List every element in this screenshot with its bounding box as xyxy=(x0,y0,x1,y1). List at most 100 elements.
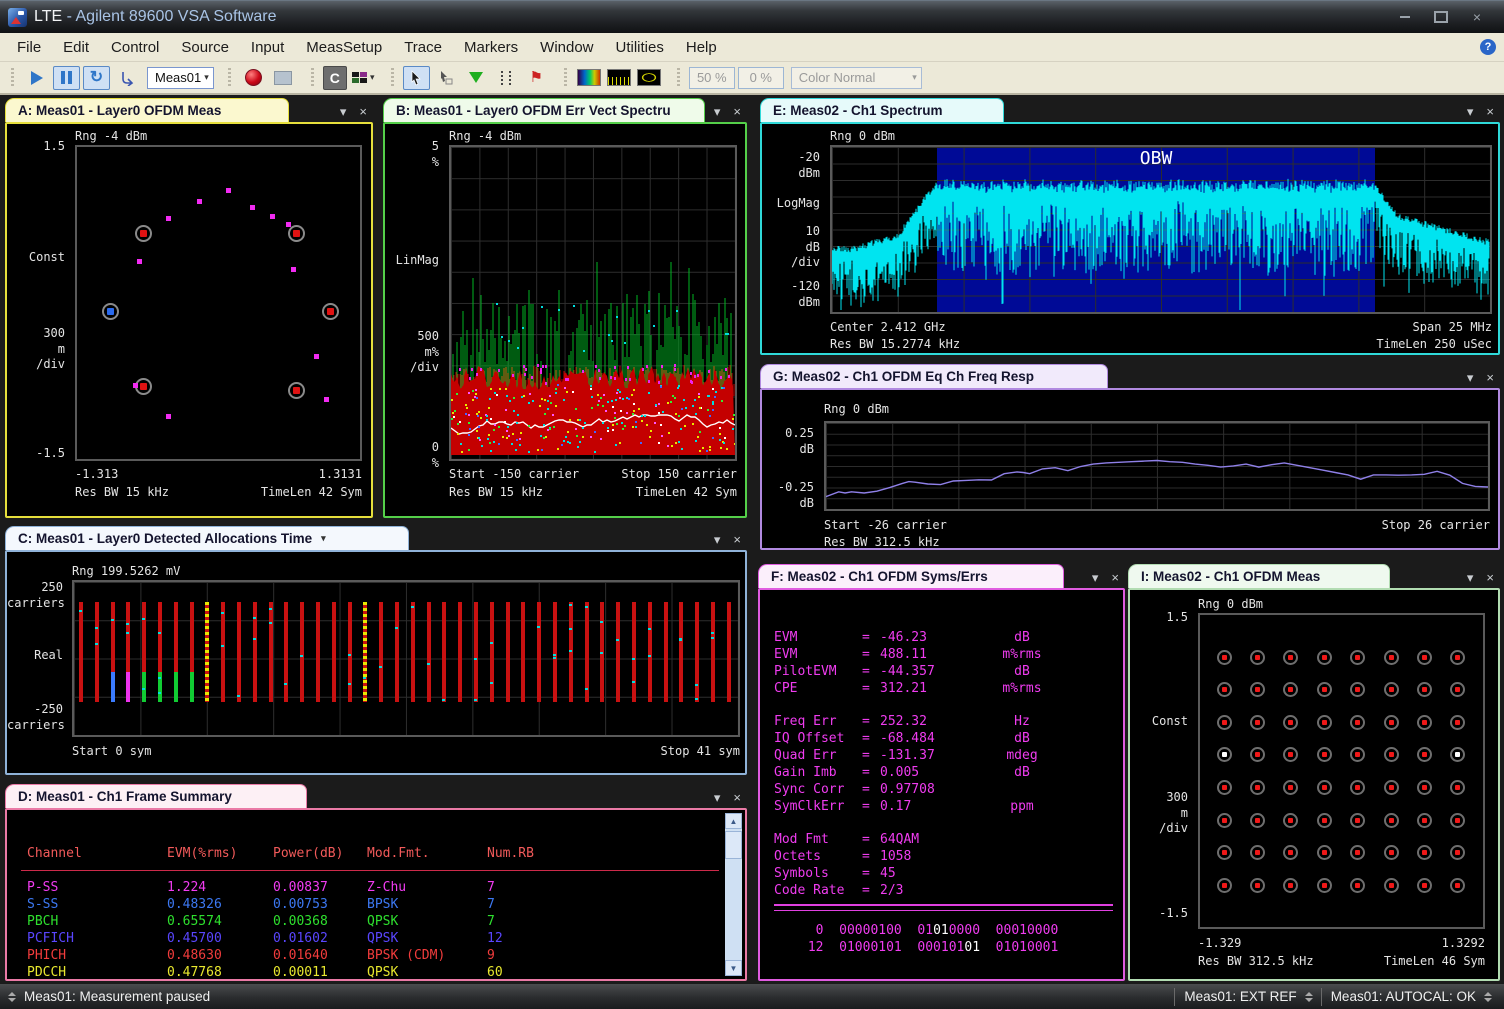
correction-button[interactable]: C xyxy=(323,66,347,90)
menu-window[interactable]: Window xyxy=(529,36,604,59)
constellation-dot xyxy=(324,397,329,402)
menu-control[interactable]: Control xyxy=(100,36,170,59)
constellation-point xyxy=(1217,650,1232,665)
title-bar: LTE - Agilent 89600 VSA Software × xyxy=(0,0,1504,33)
record-button[interactable] xyxy=(240,66,267,90)
allocation-bar xyxy=(269,602,273,702)
window-d-tab[interactable]: D: Meas01 - Ch1 Frame Summary xyxy=(5,784,307,808)
time-len-label: TimeLen 42 Sym xyxy=(636,485,737,501)
window-g-tab[interactable]: G: Meas02 - Ch1 OFDM Eq Ch Freq Resp xyxy=(760,364,1108,388)
collapse-icon[interactable]: ▾ xyxy=(340,105,347,118)
close-icon[interactable]: × xyxy=(1486,105,1494,118)
window-e-tab[interactable]: E: Meas02 - Ch1 Spectrum xyxy=(760,98,1004,122)
constellation-point xyxy=(1350,682,1365,697)
table-cell: Z-Chu xyxy=(367,880,487,897)
allocation-speckle xyxy=(648,628,651,630)
close-button[interactable]: × xyxy=(1464,8,1490,26)
menu-file[interactable]: File xyxy=(6,36,52,59)
constellation-dot xyxy=(293,230,300,237)
continuous-button[interactable]: ↻ xyxy=(83,66,110,90)
constellation-dot xyxy=(1255,785,1260,790)
collapse-icon[interactable]: ▾ xyxy=(1467,571,1474,584)
flag-marker-button[interactable]: ⚑ xyxy=(523,66,550,90)
run-button[interactable] xyxy=(23,66,50,90)
band-marker-button[interactable] xyxy=(493,66,520,90)
spectrum-display-button[interactable] xyxy=(606,66,633,90)
constellation-dot xyxy=(1422,850,1427,855)
single-sweep-button[interactable] xyxy=(113,66,140,90)
window-a-tab[interactable]: A: Meas01 - Layer0 OFDM Meas xyxy=(5,98,289,122)
allocations-plot[interactable] xyxy=(72,580,740,737)
result-row: IQ Offset=-68.484dB xyxy=(774,731,1123,748)
collapse-icon[interactable]: ▾ xyxy=(714,791,721,804)
scroll-up-icon[interactable]: ▲ xyxy=(725,813,742,829)
constellation-point xyxy=(1384,747,1399,762)
table-row: PHICH0.486300.01640BPSK (CDM)9 xyxy=(7,948,745,965)
close-icon[interactable]: × xyxy=(1486,371,1494,384)
menu-help[interactable]: Help xyxy=(675,36,728,59)
layout-button[interactable]: ▾ xyxy=(350,66,377,90)
window-d-title: D: Meas01 - Ch1 Frame Summary xyxy=(18,789,232,804)
window-c-tab[interactable]: C: Meas01 - Layer0 Detected Allocations … xyxy=(5,526,409,550)
menu-utilities[interactable]: Utilities xyxy=(605,36,675,59)
scrollbar-thumb[interactable] xyxy=(725,831,742,859)
pointer-tool-button[interactable] xyxy=(403,66,430,90)
constellation-plot[interactable] xyxy=(75,145,362,461)
scrollbar[interactable]: ▲ ▼ xyxy=(725,813,742,976)
allocation-speckle xyxy=(474,699,477,701)
eq-freq-resp-plot[interactable] xyxy=(824,421,1490,511)
allocation-bar xyxy=(585,602,589,702)
close-icon[interactable]: × xyxy=(733,533,741,546)
menu-input[interactable]: Input xyxy=(240,36,295,59)
collapse-icon[interactable]: ▾ xyxy=(1467,105,1474,118)
collapse-icon[interactable]: ▾ xyxy=(1092,571,1099,584)
close-icon[interactable]: × xyxy=(359,105,367,118)
scroll-down-icon[interactable]: ▼ xyxy=(725,960,742,976)
menu-meassetup[interactable]: MeasSetup xyxy=(295,36,393,59)
constellation-dot xyxy=(133,383,138,388)
x-axis-stop-label: Stop 150 carrier xyxy=(621,467,737,483)
menu-edit[interactable]: Edit xyxy=(52,36,100,59)
status-spinner-icon[interactable] xyxy=(1305,992,1313,1002)
table-cell: 60 xyxy=(487,965,549,981)
maximize-button[interactable] xyxy=(1428,8,1454,26)
close-icon[interactable]: × xyxy=(733,105,741,118)
eye-display-button[interactable] xyxy=(636,66,663,90)
allocation-bar xyxy=(474,602,478,702)
spectrogram-display-button[interactable] xyxy=(576,66,603,90)
window-i-tab[interactable]: I: Meas02 - Ch1 OFDM Meas xyxy=(1128,564,1390,588)
close-icon[interactable]: × xyxy=(1111,571,1119,584)
peak-marker-button[interactable] xyxy=(463,66,490,90)
trace-select-icon[interactable]: ▾ xyxy=(321,533,326,544)
allocation-speckle xyxy=(411,606,414,608)
allocation-speckle xyxy=(221,645,224,647)
allocation-speckle xyxy=(395,627,398,629)
menu-trace[interactable]: Trace xyxy=(393,36,453,59)
window-b-tab[interactable]: B: Meas01 - Layer0 OFDM Err Vect Spectru xyxy=(383,98,705,122)
window-f-tab[interactable]: F: Meas02 - Ch1 OFDM Syms/Errs xyxy=(758,564,1064,588)
close-icon[interactable]: × xyxy=(733,791,741,804)
chevron-down-icon: ▾ xyxy=(912,72,917,83)
pause-button[interactable] xyxy=(53,66,80,90)
status-spinner-icon[interactable] xyxy=(1484,992,1492,1002)
help-icon[interactable]: ? xyxy=(1480,39,1496,55)
collapse-icon[interactable]: ▾ xyxy=(714,105,721,118)
status-spinner-icon[interactable] xyxy=(8,992,16,1002)
constellation-plot[interactable] xyxy=(1198,613,1485,929)
spectrum-plot[interactable]: OBW xyxy=(830,145,1492,314)
measurement-select[interactable]: Meas01▾ xyxy=(147,67,214,89)
collapse-icon[interactable]: ▾ xyxy=(1467,371,1474,384)
constellation-point xyxy=(1350,747,1365,762)
menu-markers[interactable]: Markers xyxy=(453,36,529,59)
allocation-bar xyxy=(632,602,636,702)
minimize-button[interactable] xyxy=(1392,8,1418,26)
marker-move-button[interactable] xyxy=(433,66,460,90)
collapse-icon[interactable]: ▾ xyxy=(714,533,721,546)
constellation-point xyxy=(1317,650,1332,665)
window-c-title: C: Meas01 - Layer0 Detected Allocations … xyxy=(18,531,312,546)
error-vector-spectrum-plot[interactable] xyxy=(449,145,737,461)
menu-source[interactable]: Source xyxy=(170,36,240,59)
close-icon[interactable]: × xyxy=(1486,571,1494,584)
single-sweep-icon xyxy=(119,70,135,86)
result-row: EVM=-46.23dB xyxy=(774,630,1123,647)
